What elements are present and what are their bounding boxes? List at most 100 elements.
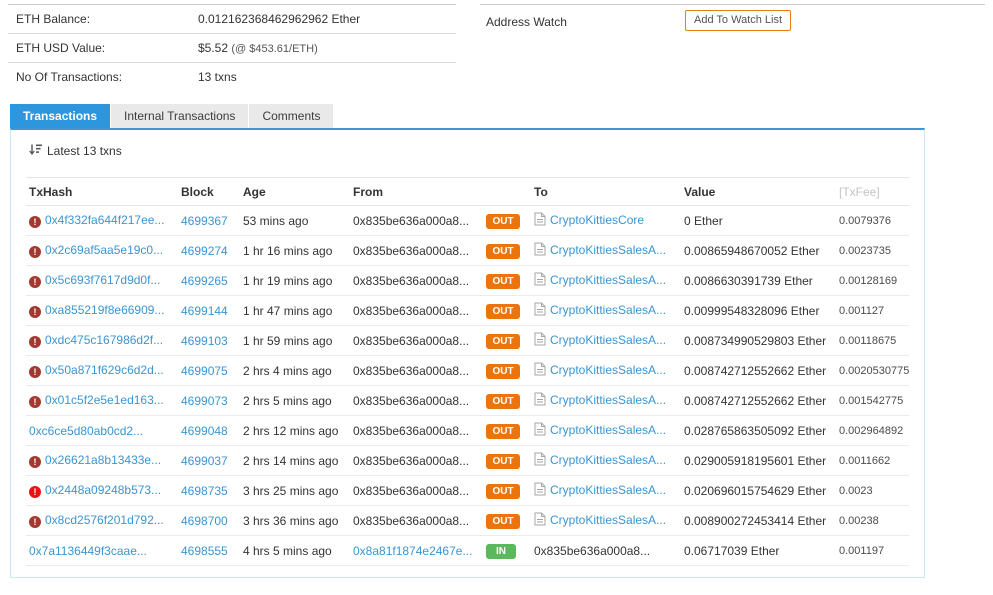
age-text: 3 hrs 25 mins ago bbox=[243, 483, 339, 498]
to-link[interactable]: CryptoKittiesSalesA... bbox=[550, 453, 666, 467]
direction-badge: OUT bbox=[486, 423, 520, 439]
txfee-text: 0.0079376 bbox=[839, 214, 891, 227]
block-link[interactable]: 4699037 bbox=[181, 454, 228, 468]
contract-icon bbox=[534, 392, 546, 409]
error-icon: ! bbox=[29, 216, 41, 228]
to-link[interactable]: CryptoKittiesSalesA... bbox=[550, 333, 666, 347]
from-address: 0x835be636a000a8... bbox=[353, 333, 470, 348]
latest-txns-label: Latest 13 txns bbox=[47, 144, 122, 158]
eth-usd-row: ETH USD Value: $5.52 (@ $453.61/ETH) bbox=[8, 34, 456, 63]
error-icon: ! bbox=[29, 456, 41, 468]
from-address: 0x835be636a000a8... bbox=[353, 513, 470, 528]
txfee-text: 0.001542775 bbox=[839, 394, 904, 407]
txhash-link[interactable]: 0x7a1136449f3caae... bbox=[29, 544, 147, 558]
table-row: ! 0x2c69af5aa5e19c0... 4699274 1 hr 16 mi… bbox=[26, 236, 909, 266]
from-address: 0x835be636a000a8... bbox=[353, 273, 470, 288]
header-block: Block bbox=[181, 184, 214, 199]
to-link[interactable]: CryptoKittiesSalesA... bbox=[550, 513, 666, 527]
to-link[interactable]: CryptoKittiesSalesA... bbox=[550, 483, 666, 497]
eth-usd-rate: (@ $453.61/ETH) bbox=[231, 43, 318, 55]
txhash-link[interactable]: 0x26621a8b13433e... bbox=[45, 453, 161, 467]
contract-icon bbox=[534, 452, 546, 469]
block-link[interactable]: 4699274 bbox=[181, 244, 228, 258]
direction-badge: OUT bbox=[486, 213, 520, 229]
value-text: 0.0086630391739 Ether bbox=[684, 273, 813, 288]
block-link[interactable]: 4699144 bbox=[181, 304, 228, 318]
address-watch-label: Address Watch bbox=[486, 15, 567, 29]
table-row: ! 0x5c693f7617d9d0f... 4699265 1 hr 19 mi… bbox=[26, 266, 909, 296]
direction-badge: OUT bbox=[486, 243, 520, 259]
block-link[interactable]: 4698700 bbox=[181, 514, 228, 528]
value-text: 0.020696015754629 Ether bbox=[684, 483, 827, 498]
contract-icon bbox=[534, 302, 546, 319]
txfee-text: 0.00118675 bbox=[839, 334, 897, 347]
header-from: From bbox=[353, 184, 383, 199]
txhash-link[interactable]: 0x5c693f7617d9d0f... bbox=[45, 273, 160, 287]
block-link[interactable]: 4699265 bbox=[181, 274, 228, 288]
txfee-text: 0.00238 bbox=[839, 514, 879, 527]
txhash-link[interactable]: 0x8cd2576f201d792... bbox=[45, 513, 164, 527]
add-to-watch-list-button[interactable]: Add To Watch List bbox=[685, 10, 792, 31]
txfee-text: 0.00128169 bbox=[839, 274, 898, 287]
to-address: 0x835be636a000a8... bbox=[534, 543, 651, 558]
tab-bar: Transactions Internal Transactions Comme… bbox=[10, 104, 334, 128]
to-link[interactable]: CryptoKittiesSalesA... bbox=[550, 423, 666, 437]
txfee-text: 0.001197 bbox=[839, 544, 885, 557]
header-age: Age bbox=[243, 184, 266, 199]
block-link[interactable]: 4699073 bbox=[181, 394, 228, 408]
value-text: 0.008742712552662 Ether bbox=[684, 393, 827, 408]
block-link[interactable]: 4699075 bbox=[181, 364, 228, 378]
tx-count-value: 13 txns bbox=[198, 70, 237, 84]
direction-badge: OUT bbox=[486, 453, 520, 469]
to-link[interactable]: CryptoKittiesCore bbox=[550, 213, 644, 227]
block-link[interactable]: 4699367 bbox=[181, 214, 228, 228]
tab-internal-transactions[interactable]: Internal Transactions bbox=[111, 104, 249, 128]
contract-icon bbox=[534, 422, 546, 439]
from-address: 0x835be636a000a8... bbox=[353, 303, 470, 318]
tab-comments[interactable]: Comments bbox=[249, 104, 334, 128]
txhash-link[interactable]: 0xc6ce5d80ab0cd2... bbox=[29, 424, 143, 438]
direction-badge: OUT bbox=[486, 333, 520, 349]
txhash-link[interactable]: 0x2c69af5aa5e19c0... bbox=[45, 243, 163, 257]
txhash-link[interactable]: 0x01c5f2e5e1ed163... bbox=[45, 393, 164, 407]
txhash-link[interactable]: 0x50a871f629c6d2d... bbox=[45, 363, 164, 377]
contract-icon bbox=[534, 212, 546, 229]
age-text: 53 mins ago bbox=[243, 213, 309, 228]
block-link[interactable]: 4698555 bbox=[181, 544, 228, 558]
block-link[interactable]: 4698735 bbox=[181, 484, 228, 498]
direction-badge: OUT bbox=[486, 303, 520, 319]
value-text: 0.008900272453414 Ether bbox=[684, 513, 827, 528]
value-text: 0.008734990529803 Ether bbox=[684, 333, 827, 348]
age-text: 1 hr 16 mins ago bbox=[243, 243, 333, 258]
header-value: Value bbox=[684, 184, 716, 199]
txhash-link[interactable]: 0xdc475c167986d2f... bbox=[45, 333, 163, 347]
table-row: ! 0x26621a8b13433e... 4699037 2 hrs 14 mi… bbox=[26, 446, 909, 476]
block-link[interactable]: 4699103 bbox=[181, 334, 228, 348]
from-address: 0x835be636a000a8... bbox=[353, 363, 470, 378]
tab-transactions[interactable]: Transactions bbox=[10, 104, 111, 128]
age-text: 2 hrs 12 mins ago bbox=[243, 423, 339, 438]
txhash-link[interactable]: 0xa855219f8e66909... bbox=[45, 303, 164, 317]
to-link[interactable]: CryptoKittiesSalesA... bbox=[550, 393, 666, 407]
txfee-text: 0.002964892 bbox=[839, 424, 904, 437]
eth-balance-row: ETH Balance: 0.012162368462962962 Ether bbox=[8, 5, 456, 34]
error-icon: ! bbox=[29, 366, 41, 378]
from-link[interactable]: 0x8a81f1874e2467e... bbox=[353, 544, 486, 558]
age-text: 2 hrs 14 mins ago bbox=[243, 453, 339, 468]
block-link[interactable]: 4699048 bbox=[181, 424, 228, 438]
header-txfee: [TxFee] bbox=[839, 184, 880, 199]
table-row: ! 0x50a871f629c6d2d... 4699075 2 hrs 4 mi… bbox=[26, 356, 909, 386]
direction-badge: OUT bbox=[486, 393, 520, 409]
txhash-link[interactable]: 0x2448a09248b573... bbox=[45, 483, 161, 497]
to-link[interactable]: CryptoKittiesSalesA... bbox=[550, 363, 666, 377]
to-link[interactable]: CryptoKittiesSalesA... bbox=[550, 273, 666, 287]
header-to: To bbox=[534, 184, 548, 199]
error-icon: ! bbox=[29, 276, 41, 288]
address-summary: ETH Balance: 0.012162368462962962 Ether E… bbox=[8, 4, 456, 92]
table-body: ! 0x4f332fa644f217ee... 4699367 53 mins a… bbox=[26, 206, 909, 566]
to-link[interactable]: CryptoKittiesSalesA... bbox=[550, 303, 666, 317]
txhash-link[interactable]: 0x4f332fa644f217ee... bbox=[45, 213, 164, 227]
to-link[interactable]: CryptoKittiesSalesA... bbox=[550, 243, 666, 257]
address-watch-section: Address Watch Add To Watch List bbox=[480, 4, 985, 39]
txfee-text: 0.001127 bbox=[839, 304, 885, 317]
